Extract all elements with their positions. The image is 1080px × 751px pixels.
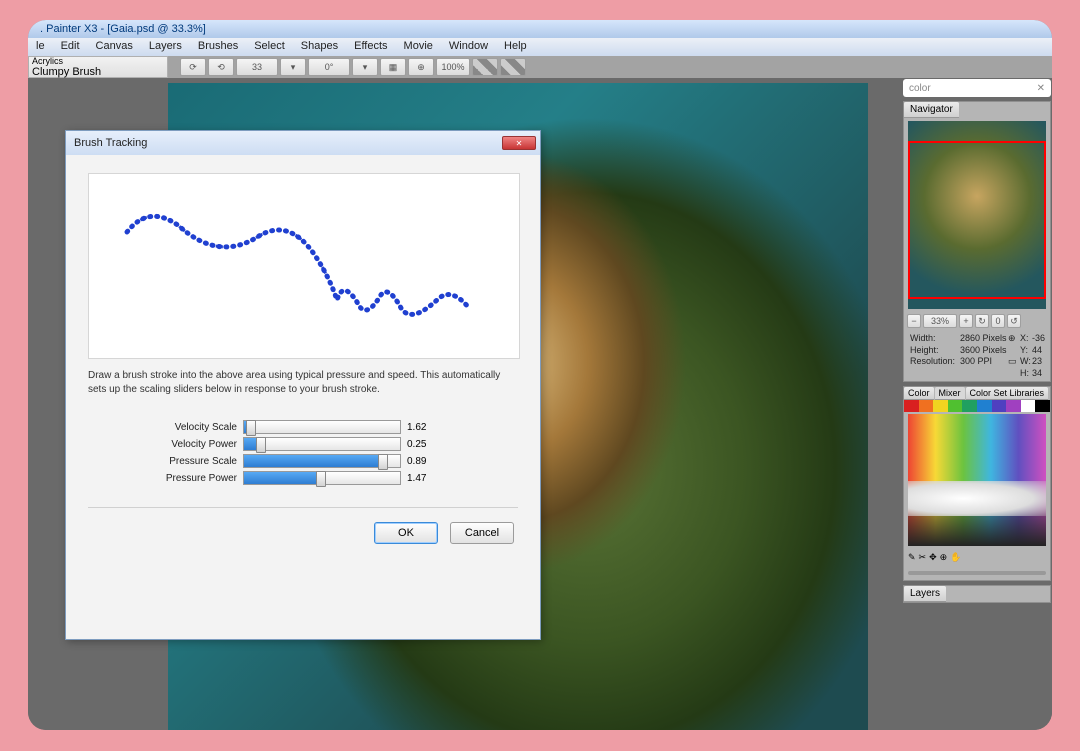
mixer-tools: ✎✂✥⊕✋: [904, 548, 1050, 580]
close-icon[interactable]: ✕: [502, 136, 536, 150]
velocity-scale-value: 1.62: [401, 422, 439, 433]
app-window: . Painter X3 - [Gaia.psd @ 33.3%] le Edi…: [28, 20, 1052, 730]
swatch[interactable]: [962, 400, 977, 412]
zoom-in-icon[interactable]: +: [959, 314, 973, 328]
mixer-size-slider[interactable]: [908, 571, 1046, 575]
dialog-instructions: Draw a brush stroke into the above area …: [88, 369, 518, 396]
ok-button[interactable]: OK: [374, 522, 438, 544]
menu-movie[interactable]: Movie: [396, 38, 441, 56]
pressure-power-value: 1.47: [401, 473, 439, 484]
divider: [88, 507, 518, 508]
brush-selector[interactable]: Acrylics Clumpy Brush: [28, 56, 168, 78]
dab2-icon[interactable]: ⟲: [208, 58, 234, 76]
menu-edit[interactable]: Edit: [53, 38, 88, 56]
velocity-scale-slider[interactable]: [243, 420, 401, 434]
tab-color[interactable]: Color: [904, 387, 934, 400]
swatch[interactable]: [904, 400, 919, 412]
stroke-area[interactable]: [88, 173, 520, 359]
brush-name: Clumpy Brush: [32, 66, 164, 78]
nav-zoom[interactable]: 33%: [923, 314, 957, 328]
velocity-power-label: Velocity Power: [88, 439, 243, 450]
titlebar: . Painter X3 - [Gaia.psd @ 33.3%]: [28, 20, 1052, 38]
mixer-panel: Color Mixer Color Set Libraries ✎✂✥⊕✋: [903, 386, 1051, 581]
pattern2-icon[interactable]: [500, 58, 526, 76]
swatch[interactable]: [948, 400, 963, 412]
rotate-field[interactable]: 0: [991, 314, 1005, 328]
angle-field[interactable]: 0°: [308, 58, 350, 76]
menu-shapes[interactable]: Shapes: [293, 38, 346, 56]
menu-select[interactable]: Select: [246, 38, 293, 56]
search-placeholder: color: [909, 83, 931, 94]
navigator-tab[interactable]: Navigator: [904, 102, 959, 118]
mixer-canvas[interactable]: [908, 414, 1046, 546]
size-slider[interactable]: ▾: [280, 58, 306, 76]
grid-icon[interactable]: ▦: [380, 58, 406, 76]
velocity-power-value: 0.25: [401, 439, 439, 450]
dialog-titlebar[interactable]: Brush Tracking ✕: [66, 131, 540, 155]
navigator-info: Width:2860 Pixels⊕X:-36 Height:3600 Pixe…: [904, 330, 1050, 381]
zoom-icon[interactable]: ⊕: [408, 58, 434, 76]
menu-brushes[interactable]: Brushes: [190, 38, 246, 56]
options-bar: Acrylics Clumpy Brush ⟳ ⟲ 33 ▾ 0° ▾ ▦ ⊕ …: [28, 56, 1052, 78]
menu-effects[interactable]: Effects: [346, 38, 395, 56]
swatch-row: [904, 400, 1050, 412]
dialog-title: Brush Tracking: [74, 137, 147, 149]
zoom-value: 100%: [436, 58, 470, 76]
zoom-out-icon[interactable]: −: [907, 314, 921, 328]
reset-icon[interactable]: ↺: [1007, 314, 1021, 328]
menubar: le Edit Canvas Layers Brushes Select Sha…: [28, 38, 1052, 56]
menu-window[interactable]: Window: [441, 38, 496, 56]
size-field[interactable]: 33: [236, 58, 278, 76]
dab-icon[interactable]: ⟳: [180, 58, 206, 76]
layers-panel: Layers: [903, 585, 1051, 603]
pressure-power-slider[interactable]: [243, 471, 401, 485]
menu-file[interactable]: le: [28, 38, 53, 56]
swatch[interactable]: [992, 400, 1007, 412]
brush-tracking-dialog: Brush Tracking ✕ Draw a brush stroke int…: [65, 130, 541, 640]
brush-tool-icon[interactable]: ✎: [908, 552, 916, 563]
angle-slider[interactable]: ▾: [352, 58, 378, 76]
rotate-icon[interactable]: ↻: [975, 314, 989, 328]
pressure-power-label: Pressure Power: [88, 473, 243, 484]
navigator-viewport[interactable]: [908, 141, 1046, 299]
tab-mixer[interactable]: Mixer: [935, 387, 965, 400]
pattern-icon[interactable]: [472, 58, 498, 76]
knife-icon[interactable]: ✂: [919, 552, 927, 563]
brush-category: Acrylics: [32, 56, 164, 66]
pressure-scale-value: 0.89: [401, 456, 439, 467]
swatch[interactable]: [933, 400, 948, 412]
menu-canvas[interactable]: Canvas: [88, 38, 141, 56]
pressure-scale-label: Pressure Scale: [88, 456, 243, 467]
dropper-icon[interactable]: ✥: [929, 552, 937, 563]
clear-icon[interactable]: ✕: [1037, 83, 1045, 94]
layers-tab[interactable]: Layers: [904, 586, 946, 602]
swatch[interactable]: [1021, 400, 1036, 412]
swatch[interactable]: [919, 400, 934, 412]
velocity-power-slider[interactable]: [243, 437, 401, 451]
menu-help[interactable]: Help: [496, 38, 535, 56]
zoom-icon[interactable]: ⊕: [940, 552, 948, 563]
pressure-scale-slider[interactable]: [243, 454, 401, 468]
swatch[interactable]: [977, 400, 992, 412]
sliders: Velocity Scale 1.62 Velocity Power 0.25 Pr…: [88, 420, 518, 485]
swatch[interactable]: [1006, 400, 1021, 412]
search-box[interactable]: color ✕: [903, 79, 1051, 97]
navigator-preview[interactable]: [908, 121, 1046, 309]
menu-layers[interactable]: Layers: [141, 38, 190, 56]
velocity-scale-label: Velocity Scale: [88, 422, 243, 433]
swatch[interactable]: [1035, 400, 1050, 412]
pan-icon[interactable]: ✋: [950, 552, 961, 563]
tab-colorset[interactable]: Color Set Libraries: [966, 387, 1049, 400]
navigator-panel: Navigator − 33% + ↻ 0 ↺ Width:2860 Pixel…: [903, 101, 1051, 382]
cancel-button[interactable]: Cancel: [450, 522, 514, 544]
brush-stroke: [89, 174, 521, 360]
